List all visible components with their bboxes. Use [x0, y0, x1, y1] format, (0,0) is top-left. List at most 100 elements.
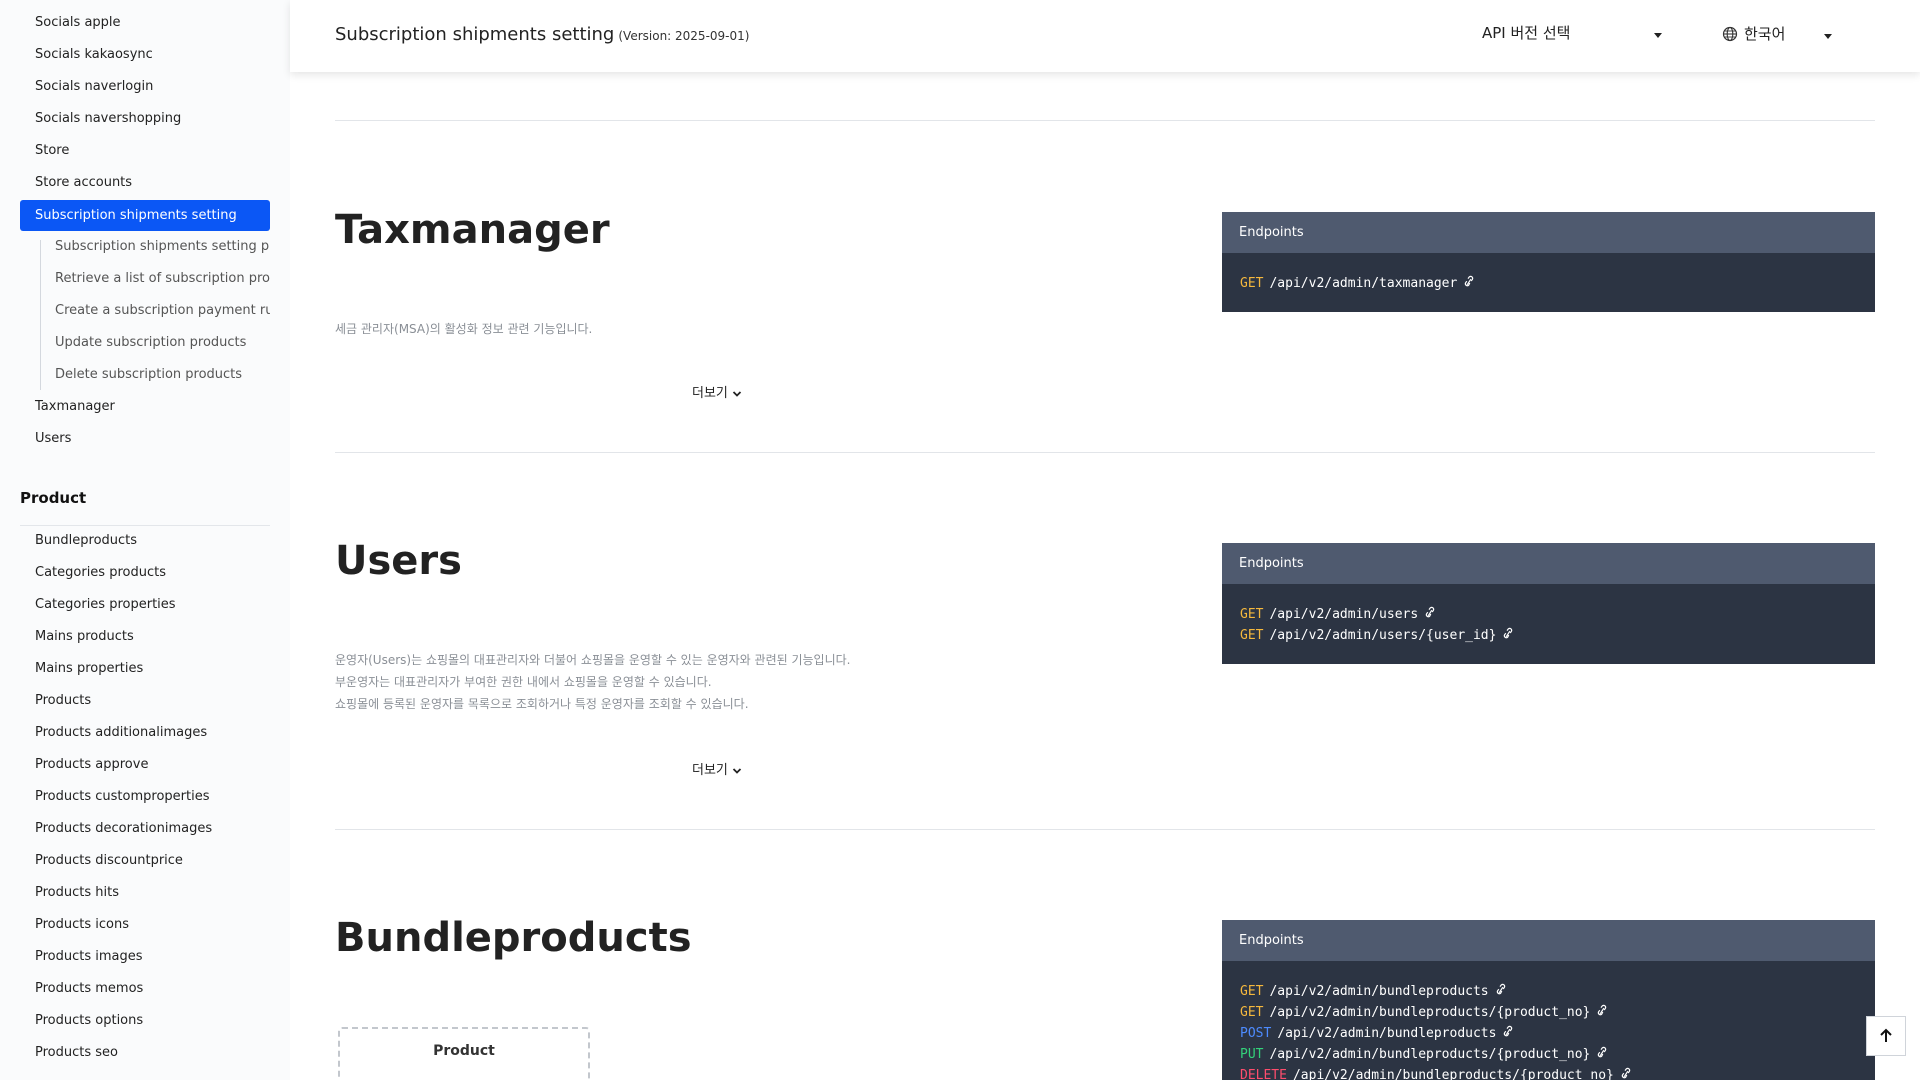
section-divider — [335, 452, 1875, 453]
sidebar-item-products-seo[interactable]: Products seo — [35, 1045, 118, 1060]
sidebar-item-products-customproperties[interactable]: Products customproperties — [35, 789, 209, 804]
sidebar-item-products-approve[interactable]: Products approve — [35, 757, 148, 772]
section-description-users: 운영자(Users)는 쇼핑몰의 대표관리자와 더불어 쇼핑몰을 운영할 수 있… — [335, 649, 851, 715]
link-icon — [1504, 1025, 1513, 1037]
sidebar-item-socials-navershopping[interactable]: Socials navershopping — [35, 111, 181, 126]
caret-down-icon — [1654, 33, 1662, 38]
endpoint-row[interactable]: DELETE/api/v2/admin/bundleproducts/{prod… — [1240, 1065, 1857, 1080]
sidebar-item-products-memos[interactable]: Products memos — [35, 981, 143, 996]
endpoint-row[interactable]: GET/api/v2/admin/bundleproducts/{product… — [1240, 1002, 1857, 1023]
endpoint-row[interactable]: GET/api/v2/admin/users — [1240, 604, 1857, 625]
endpoints-panel-header: Endpoints — [1222, 543, 1875, 584]
more-button-taxmanager[interactable]: 더보기 — [692, 382, 742, 401]
endpoints-panel-header: Endpoints — [1222, 212, 1875, 253]
endpoints-list: GET/api/v2/admin/users GET/api/v2/admin/… — [1222, 584, 1875, 664]
http-method: GET — [1240, 276, 1264, 291]
more-button-users[interactable]: 더보기 — [692, 759, 742, 778]
link-icon — [1621, 1067, 1631, 1079]
sidebar-subitem-delete[interactable]: Delete subscription products — [55, 367, 270, 382]
sidebar-item-categories-properties[interactable]: Categories properties — [35, 597, 176, 612]
sidebar-section-product: Product — [20, 489, 87, 507]
http-method: PUT — [1240, 1047, 1264, 1062]
sidebar-subitem-create[interactable]: Create a subscription payment rule — [55, 303, 270, 318]
endpoint-row[interactable]: GET/api/v2/admin/taxmanager — [1240, 273, 1857, 294]
sidebar-item-products-hits[interactable]: Products hits — [35, 885, 119, 900]
endpoint-row[interactable]: GET/api/v2/admin/bundleproducts — [1240, 981, 1857, 1002]
endpoint-row[interactable]: POST/api/v2/admin/bundleproducts — [1240, 1023, 1857, 1044]
link-icon — [1504, 627, 1513, 639]
endpoint-path: /api/v2/admin/taxmanager — [1269, 276, 1458, 291]
chevron-down-icon — [732, 767, 742, 774]
page-title-text: Subscription shipments setting — [335, 24, 615, 45]
api-version-select[interactable]: API 버전 선택 — [1482, 22, 1662, 48]
section-divider — [335, 829, 1875, 830]
sidebar-item-products-decorationimages[interactable]: Products decorationimages — [35, 821, 212, 836]
http-method: GET — [1240, 1005, 1264, 1020]
sidebar-subtree-line — [40, 240, 41, 390]
sidebar-subitem-retrieve[interactable]: Retrieve a list of subscription products — [55, 271, 270, 286]
sidebar-item-mains-products[interactable]: Mains products — [35, 629, 134, 644]
more-button-label: 더보기 — [692, 386, 728, 401]
section-title-bundleproducts: Bundleproducts — [335, 915, 692, 961]
api-version-select-label: API 버전 선택 — [1482, 24, 1571, 42]
entity-diagram-box: Product — [338, 1027, 590, 1080]
http-method: GET — [1240, 984, 1264, 999]
link-icon — [1496, 983, 1505, 995]
language-select-label: 한국어 — [1744, 25, 1786, 43]
section-divider — [335, 120, 1875, 121]
sidebar-item-mains-properties[interactable]: Mains properties — [35, 661, 143, 676]
endpoint-path: /api/v2/admin/bundleproducts — [1277, 1026, 1497, 1041]
endpoint-path: /api/v2/admin/users — [1269, 607, 1419, 622]
sidebar-section-divider — [20, 525, 270, 526]
endpoint-path: /api/v2/admin/bundleproducts/{product_no… — [1269, 1005, 1591, 1020]
description-line: 쇼핑몰에 등록된 운영자를 목록으로 조회하거나 특정 운영자를 조회할 수 있… — [335, 697, 749, 711]
sidebar-subitem-properties[interactable]: Subscription shipments setting propertie… — [55, 239, 270, 254]
endpoint-path: /api/v2/admin/bundleproducts/{product_no… — [1292, 1068, 1614, 1080]
sidebar-item-products-options[interactable]: Products options — [35, 1013, 143, 1028]
endpoint-row[interactable]: PUT/api/v2/admin/bundleproducts/{product… — [1240, 1044, 1857, 1065]
page-version: (Version: 2025-09-01) — [618, 29, 750, 43]
http-method: GET — [1240, 628, 1264, 643]
sidebar-item-subscription-shipments-setting[interactable]: Subscription shipments setting — [20, 200, 270, 231]
sidebar-item-products-images[interactable]: Products images — [35, 949, 143, 964]
top-header: Subscription shipments setting (Version: … — [290, 0, 1920, 72]
sidebar-item-bundleproducts[interactable]: Bundleproducts — [35, 533, 137, 548]
sidebar-item-categories-products[interactable]: Categories products — [35, 565, 166, 580]
sidebar-item-socials-apple[interactable]: Socials apple — [35, 15, 121, 30]
sidebar-subitem-update[interactable]: Update subscription products — [55, 335, 270, 350]
description-line: 운영자(Users)는 쇼핑몰의 대표관리자와 더불어 쇼핑몰을 운영할 수 있… — [335, 653, 851, 667]
sidebar-item-socials-kakaosync[interactable]: Socials kakaosync — [35, 47, 153, 62]
endpoint-path: /api/v2/admin/bundleproducts/{product_no… — [1269, 1047, 1591, 1062]
description-line: 부운영자는 대표관리자가 부여한 권한 내에서 쇼핑몰을 운영할 수 있습니다. — [335, 675, 712, 689]
http-method: POST — [1240, 1026, 1272, 1041]
endpoints-panel-taxmanager: Endpoints GET/api/v2/admin/taxmanager — [1222, 212, 1875, 312]
sidebar-item-products-icons[interactable]: Products icons — [35, 917, 129, 932]
entity-diagram-label: Product — [433, 1043, 495, 1059]
sidebar-item-store[interactable]: Store — [35, 143, 69, 158]
sidebar-item-users[interactable]: Users — [35, 431, 71, 446]
endpoints-panel-header: Endpoints — [1222, 920, 1875, 961]
endpoint-path: /api/v2/admin/bundleproducts — [1269, 984, 1489, 999]
endpoints-list: GET/api/v2/admin/bundleproducts GET/api/… — [1222, 961, 1875, 1080]
section-title-users: Users — [335, 538, 462, 584]
globe-icon — [1722, 26, 1738, 42]
sidebar-item-socials-naverlogin[interactable]: Socials naverlogin — [35, 79, 153, 94]
more-button-label: 더보기 — [692, 763, 728, 778]
sidebar-item-taxmanager[interactable]: Taxmanager — [35, 399, 115, 414]
page-title: Subscription shipments setting (Version: … — [335, 24, 749, 45]
scroll-to-top-button[interactable] — [1866, 1016, 1906, 1056]
sidebar: Socials apple Socials kakaosync Socials … — [0, 0, 290, 1080]
chevron-down-icon — [732, 390, 742, 397]
link-icon — [1598, 1046, 1607, 1058]
endpoint-row[interactable]: GET/api/v2/admin/users/{user_id} — [1240, 625, 1857, 646]
language-select[interactable]: 한국어 — [1722, 22, 1832, 48]
sidebar-item-store-accounts[interactable]: Store accounts — [35, 175, 132, 190]
section-title-taxmanager: Taxmanager — [335, 207, 610, 253]
sidebar-item-products[interactable]: Products — [35, 693, 91, 708]
endpoints-list: GET/api/v2/admin/taxmanager — [1222, 253, 1875, 312]
arrow-up-icon — [1880, 1028, 1892, 1042]
link-icon — [1465, 275, 1474, 287]
caret-down-icon — [1824, 34, 1832, 39]
sidebar-item-products-discountprice[interactable]: Products discountprice — [35, 853, 183, 868]
sidebar-item-products-additionalimages[interactable]: Products additionalimages — [35, 725, 207, 740]
